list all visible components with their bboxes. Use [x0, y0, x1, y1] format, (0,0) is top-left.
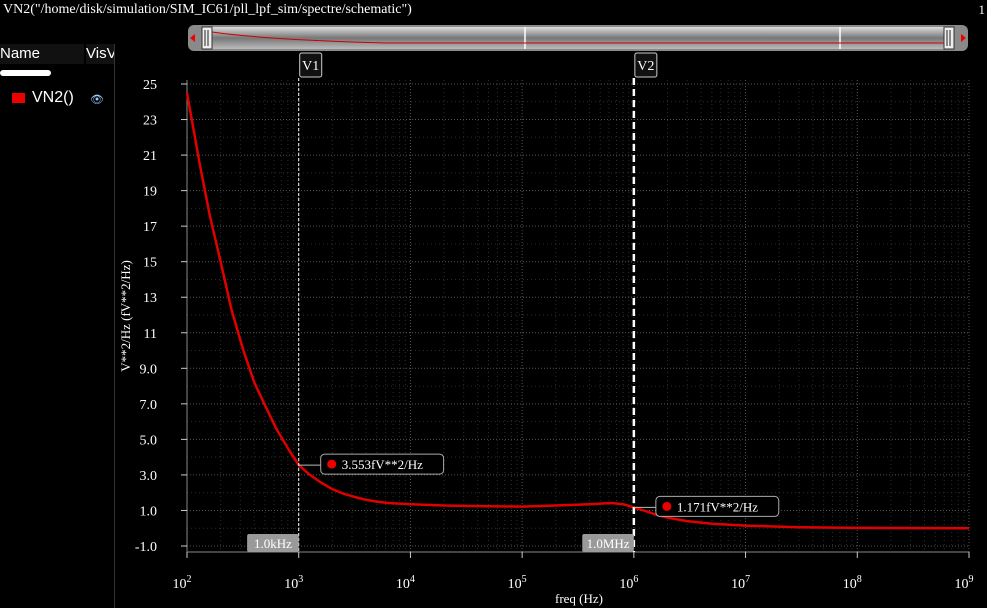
y-tick-label: 25 — [143, 78, 157, 93]
y-tick-label: 13 — [143, 291, 157, 306]
y-tick-label: 17 — [143, 220, 157, 235]
point-label-text: 3.553fV**2/Hz — [342, 457, 423, 472]
y-tick-label: 5.0 — [140, 433, 158, 448]
y-tick-label: -1.0 — [135, 540, 157, 555]
y-tick-label: 9.0 — [140, 362, 158, 377]
series-line — [185, 92, 970, 530]
x-tick-label: 108 — [843, 574, 862, 592]
y-axis-label: V**2/Hz (fV**2/Hz) — [118, 260, 133, 372]
x-tick-label: 106 — [619, 574, 638, 592]
marker-label: V2 — [637, 59, 654, 74]
y-tick-label: 7.0 — [140, 398, 158, 413]
x-tick-label: 103 — [284, 574, 303, 592]
point-label-dot — [662, 501, 672, 511]
y-tick-label: 21 — [143, 149, 157, 164]
y-tick-label: 1.0 — [140, 504, 158, 519]
marker-value-text: 1.0MHz — [587, 536, 630, 551]
y-tick-label: 15 — [143, 256, 157, 271]
point-label-dot — [327, 459, 337, 469]
x-tick-label: 102 — [173, 574, 192, 592]
y-tick-label: 3.0 — [140, 469, 158, 484]
y-tick-label: 11 — [144, 327, 157, 342]
x-tick-label: 105 — [508, 574, 527, 592]
marker-label: V1 — [302, 59, 319, 74]
point-label-text: 1.171fV**2/Hz — [677, 499, 758, 514]
marker-value-text: 1.0kHz — [254, 536, 292, 551]
y-tick-label: 19 — [143, 185, 157, 200]
y-tick-label: 23 — [143, 114, 157, 129]
x-tick-label: 104 — [396, 574, 415, 592]
chart-svg: 25 23 21 19 17 15 13 11 9.0 7.0 5.0 3.0 1.0 -1.0 102 10… — [118, 52, 974, 606]
x-tick-label: 107 — [731, 574, 750, 592]
x-axis-label: freq (Hz) — [555, 591, 603, 606]
x-tick-label: 109 — [955, 574, 974, 592]
